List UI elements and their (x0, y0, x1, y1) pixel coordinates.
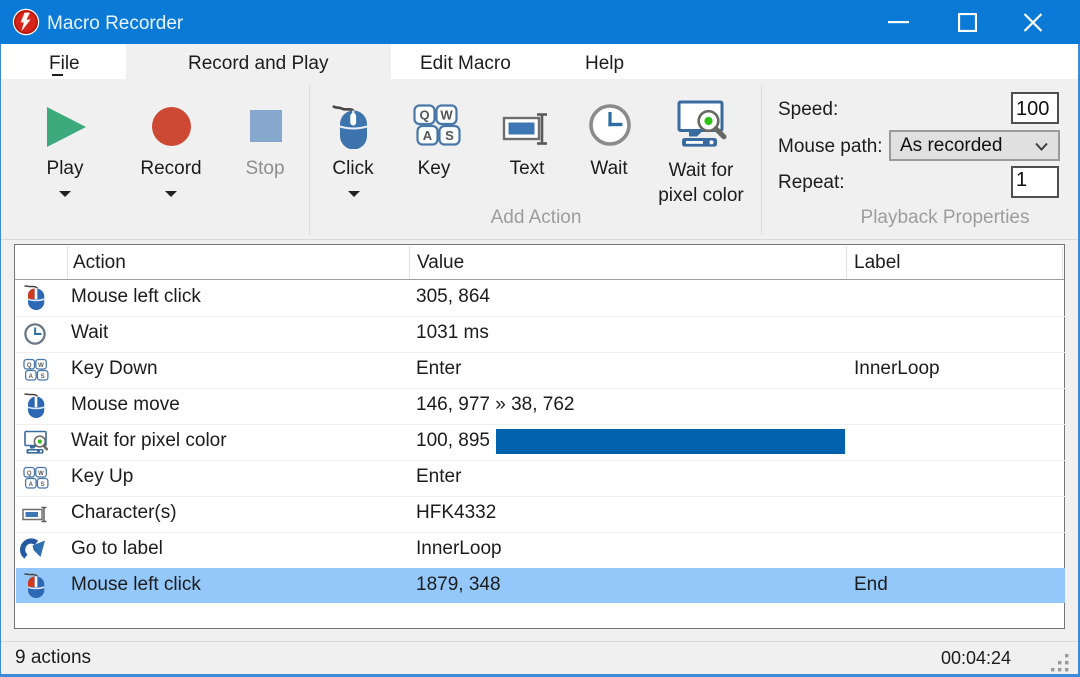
svg-text:S: S (41, 482, 45, 488)
svg-text:S: S (41, 374, 45, 380)
svg-text:Q: Q (27, 363, 32, 369)
svg-text:A: A (423, 128, 433, 143)
svg-text:Q: Q (27, 471, 32, 477)
svg-text:A: A (29, 482, 34, 488)
svg-text:W: W (38, 363, 44, 369)
svg-text:A: A (29, 374, 34, 380)
svg-text:W: W (440, 108, 453, 123)
svg-text:Q: Q (419, 108, 429, 123)
svg-text:W: W (38, 471, 44, 477)
svg-text:S: S (445, 128, 454, 143)
